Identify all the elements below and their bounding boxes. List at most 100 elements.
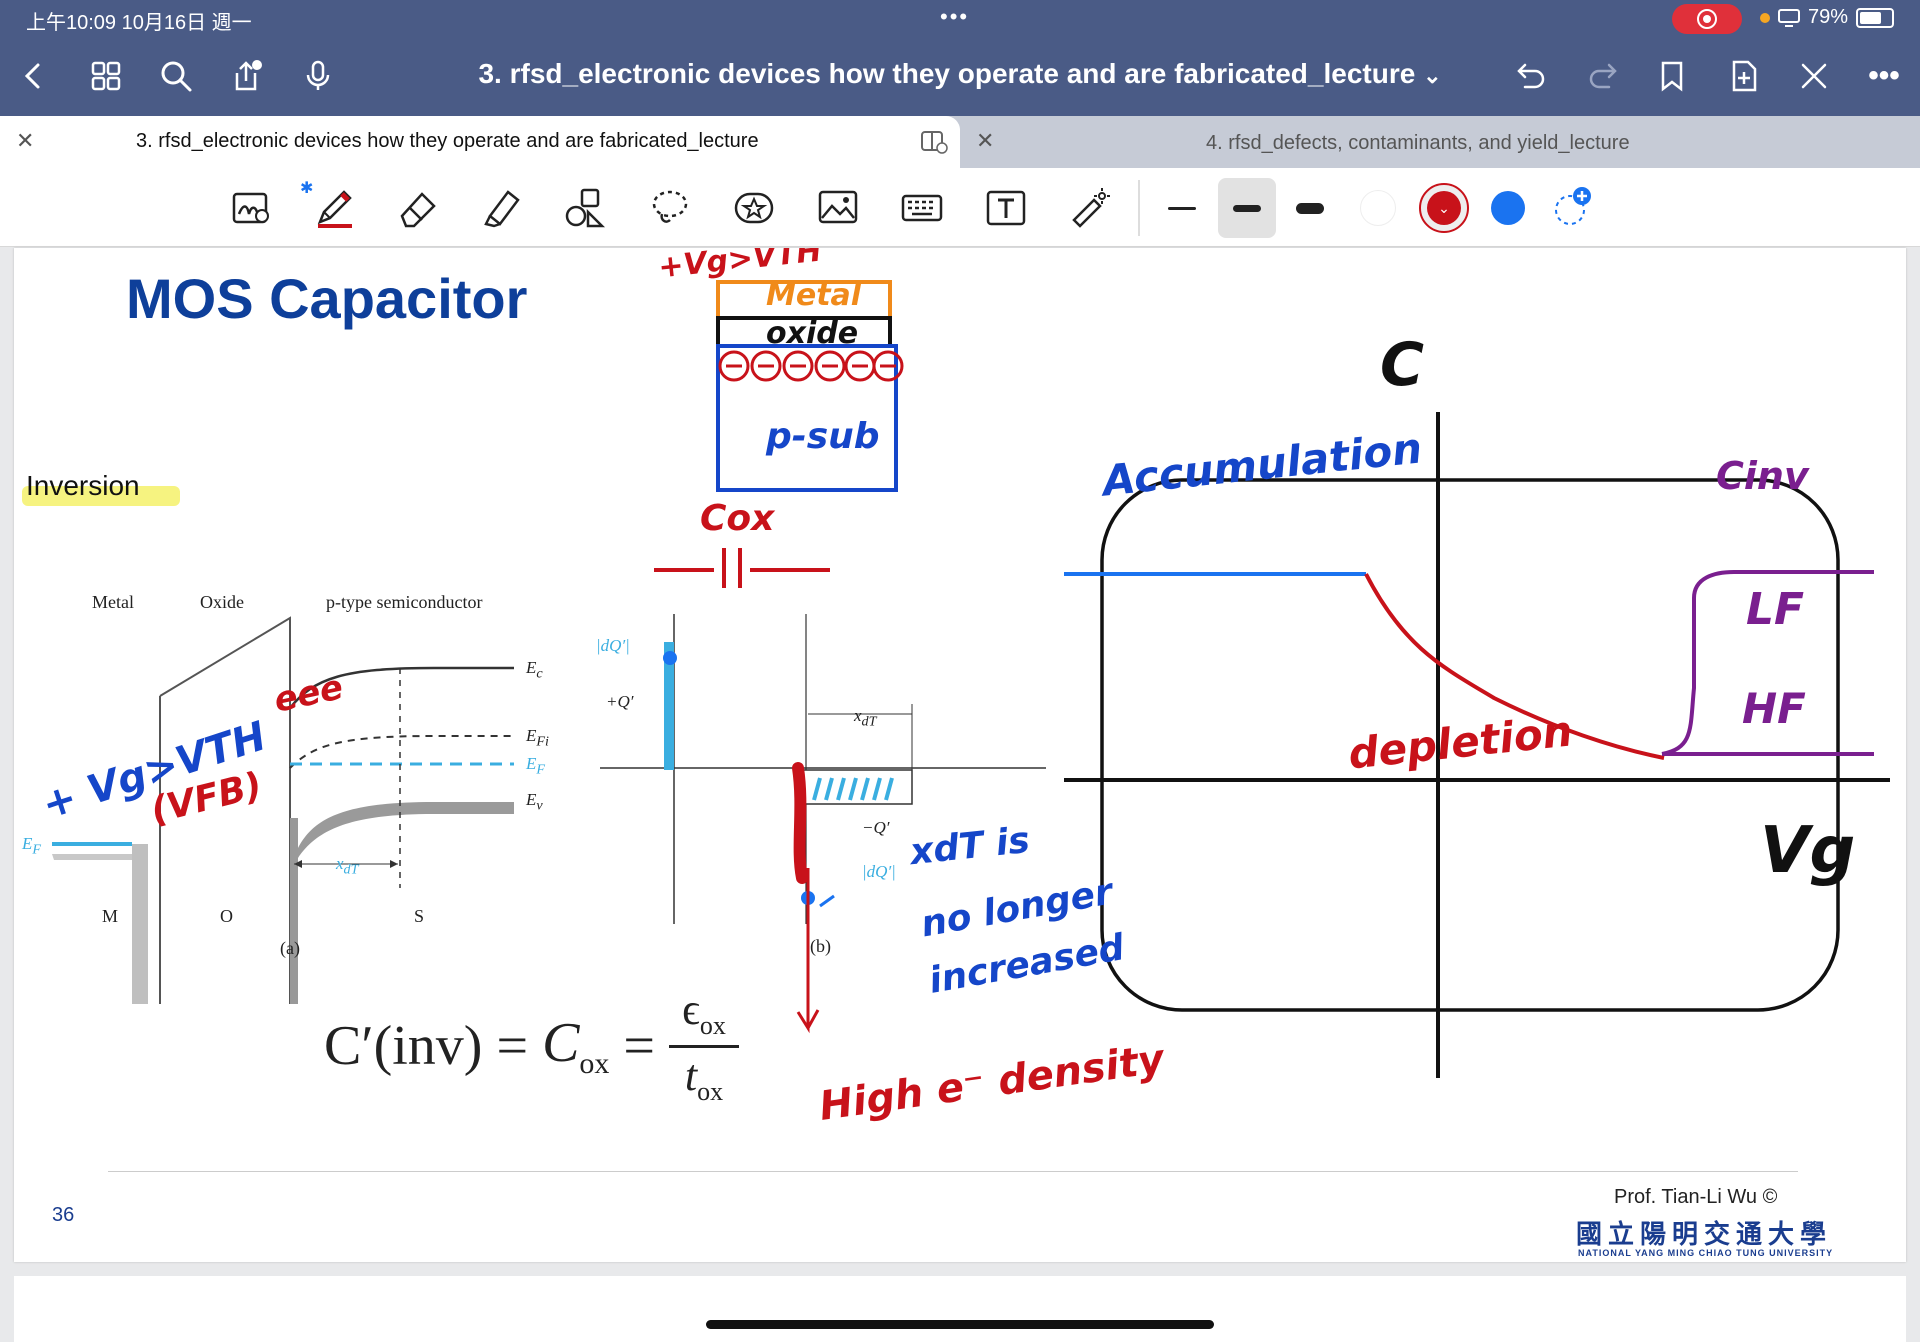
toolbar-divider bbox=[1138, 180, 1140, 236]
status-indicators: 79% bbox=[1760, 6, 1895, 29]
fig-label-oxide: Oxide bbox=[200, 592, 244, 612]
image-icon bbox=[818, 190, 858, 224]
pen-tool[interactable] bbox=[308, 182, 360, 234]
footer-divider bbox=[108, 1171, 1798, 1172]
ink-lf: LF bbox=[1746, 584, 1805, 635]
ink-cinv: Cinv bbox=[1716, 454, 1809, 498]
region-label-s: S bbox=[414, 906, 425, 926]
ink-psub: p-sub bbox=[766, 416, 880, 457]
more-button[interactable]: ••• bbox=[1864, 56, 1904, 96]
star-sticker-icon bbox=[734, 192, 774, 224]
band-label-ec: Ec bbox=[526, 658, 543, 682]
redo-button[interactable] bbox=[1582, 56, 1622, 96]
eraser-icon bbox=[400, 192, 436, 228]
charge-label-plus-q: +Q′ bbox=[606, 692, 634, 711]
eraser-tool[interactable] bbox=[392, 182, 444, 234]
university-name-cn: 國立陽明交通大學 bbox=[1576, 1219, 1833, 1249]
charge-label-dq-bottom: |dQ′| bbox=[862, 862, 896, 881]
ink-cox: Cox bbox=[700, 498, 775, 539]
tools-icon bbox=[1801, 63, 1827, 89]
highlighter-icon bbox=[484, 190, 520, 228]
tools-button[interactable] bbox=[1794, 56, 1834, 96]
multitask-dots[interactable]: ••• bbox=[940, 4, 969, 30]
mic-indicator-dot bbox=[1760, 12, 1770, 23]
app-header: 上午10:09 10月16日 週一 ••• 79% 3. rfsd_electr… bbox=[0, 0, 1920, 116]
status-time: 上午10:09 10月16日 週一 bbox=[26, 12, 252, 34]
color-white[interactable] bbox=[1352, 182, 1404, 234]
chevron-down-icon: ⌄ bbox=[1427, 191, 1461, 225]
split-view-icon[interactable] bbox=[920, 130, 948, 154]
bookmark-button[interactable] bbox=[1652, 56, 1692, 96]
keyboard-tool[interactable] bbox=[896, 182, 948, 234]
ink-oxide: oxide bbox=[766, 316, 859, 351]
tab-current-document[interactable]: ✕ 3. rfsd_electronic devices how they op… bbox=[0, 116, 960, 168]
pen-icon bbox=[317, 190, 352, 228]
equation-lhs: C′(inv) bbox=[324, 1015, 483, 1078]
screen-record-indicator[interactable] bbox=[1672, 4, 1742, 34]
band-label-xdt: xdT bbox=[336, 854, 359, 878]
band-label-ef-metal: EF bbox=[22, 834, 42, 858]
ink-c-axis: C bbox=[1380, 330, 1425, 400]
region-label-m: M bbox=[102, 906, 119, 926]
tab-close-icon[interactable]: ✕ bbox=[976, 128, 994, 154]
thickness-thick[interactable] bbox=[1284, 182, 1336, 234]
band-label-efi: EFi bbox=[526, 726, 549, 750]
tab-close-icon[interactable]: ✕ bbox=[16, 128, 34, 154]
handwriting-tool[interactable] bbox=[226, 182, 278, 234]
thickness-medium[interactable] bbox=[1218, 178, 1276, 238]
equals-sign: = bbox=[496, 1015, 529, 1078]
equation-fraction: ϵox tox bbox=[669, 988, 740, 1105]
add-page-icon bbox=[1732, 60, 1757, 92]
tab-next-document[interactable]: ✕ 4. rfsd_defects, contaminants, and yie… bbox=[960, 116, 1920, 168]
author-credit: Prof. Tian-Li Wu © bbox=[1614, 1186, 1778, 1208]
undo-button[interactable] bbox=[1512, 56, 1552, 96]
tab-label: 4. rfsd_defects, contaminants, and yield… bbox=[1206, 132, 1630, 154]
text-tool[interactable] bbox=[980, 182, 1032, 234]
shapes-icon bbox=[565, 188, 606, 228]
highlighter-tool[interactable] bbox=[476, 182, 528, 234]
home-indicator[interactable] bbox=[706, 1320, 1214, 1329]
add-color-icon bbox=[1555, 187, 1591, 225]
ink-hf: HF bbox=[1742, 684, 1806, 733]
record-icon bbox=[1697, 9, 1717, 29]
fig-label-semiconductor: p-type semiconductor bbox=[326, 592, 483, 612]
laser-pointer-icon bbox=[1072, 188, 1110, 228]
chevron-down-icon: ⌄ bbox=[1423, 63, 1442, 88]
annotation-toolbar bbox=[0, 168, 1920, 247]
laser-pointer-tool[interactable] bbox=[1064, 182, 1116, 234]
band-label-ef: EF bbox=[526, 754, 546, 778]
sticker-tool[interactable] bbox=[728, 182, 780, 234]
page-number: 36 bbox=[52, 1204, 75, 1226]
image-tool[interactable] bbox=[812, 182, 864, 234]
battery-percent: 79% bbox=[1808, 6, 1849, 28]
thickness-thin[interactable] bbox=[1156, 182, 1208, 234]
shapes-tool[interactable] bbox=[560, 182, 612, 234]
equation-cox: Cox bbox=[542, 1012, 610, 1081]
ink-metal: Metal bbox=[766, 278, 862, 313]
redo-icon bbox=[1589, 63, 1617, 89]
charge-label-dq-top: |dQ′| bbox=[596, 636, 630, 655]
lasso-tool[interactable] bbox=[644, 182, 696, 234]
slide-page[interactable]: MOS Capacitor Inversion Metal Oxide p-ty… bbox=[14, 248, 1906, 1262]
color-blue[interactable] bbox=[1482, 182, 1534, 234]
bookmark-icon bbox=[1661, 61, 1683, 92]
text-box-icon bbox=[986, 190, 1026, 226]
region-label-o: O bbox=[220, 906, 233, 926]
figure-b-caption: (b) bbox=[810, 936, 831, 956]
ink-vg-axis: Vg bbox=[1760, 814, 1856, 888]
lasso-icon bbox=[652, 190, 688, 223]
band-label-ev: Ev bbox=[526, 790, 543, 814]
screen-mirror-icon bbox=[1778, 8, 1800, 27]
capacitance-equation: C′(inv) = Cox = ϵox tox bbox=[324, 988, 740, 1105]
document-title[interactable]: 3. rfsd_electronic devices how they oper… bbox=[0, 58, 1920, 90]
next-page-preview[interactable] bbox=[14, 1276, 1906, 1342]
color-red-selected[interactable]: ⌄ bbox=[1418, 182, 1470, 234]
charge-label-xdt: xdT bbox=[854, 706, 877, 730]
battery-icon bbox=[1856, 7, 1895, 28]
charge-label-minus-q: −Q′ bbox=[862, 818, 890, 837]
add-color-button[interactable] bbox=[1546, 182, 1598, 234]
figure-a-caption: (a) bbox=[280, 938, 300, 958]
add-page-button[interactable] bbox=[1724, 56, 1764, 96]
equals-sign: = bbox=[623, 1015, 656, 1078]
handwriting-search-icon bbox=[232, 192, 269, 224]
